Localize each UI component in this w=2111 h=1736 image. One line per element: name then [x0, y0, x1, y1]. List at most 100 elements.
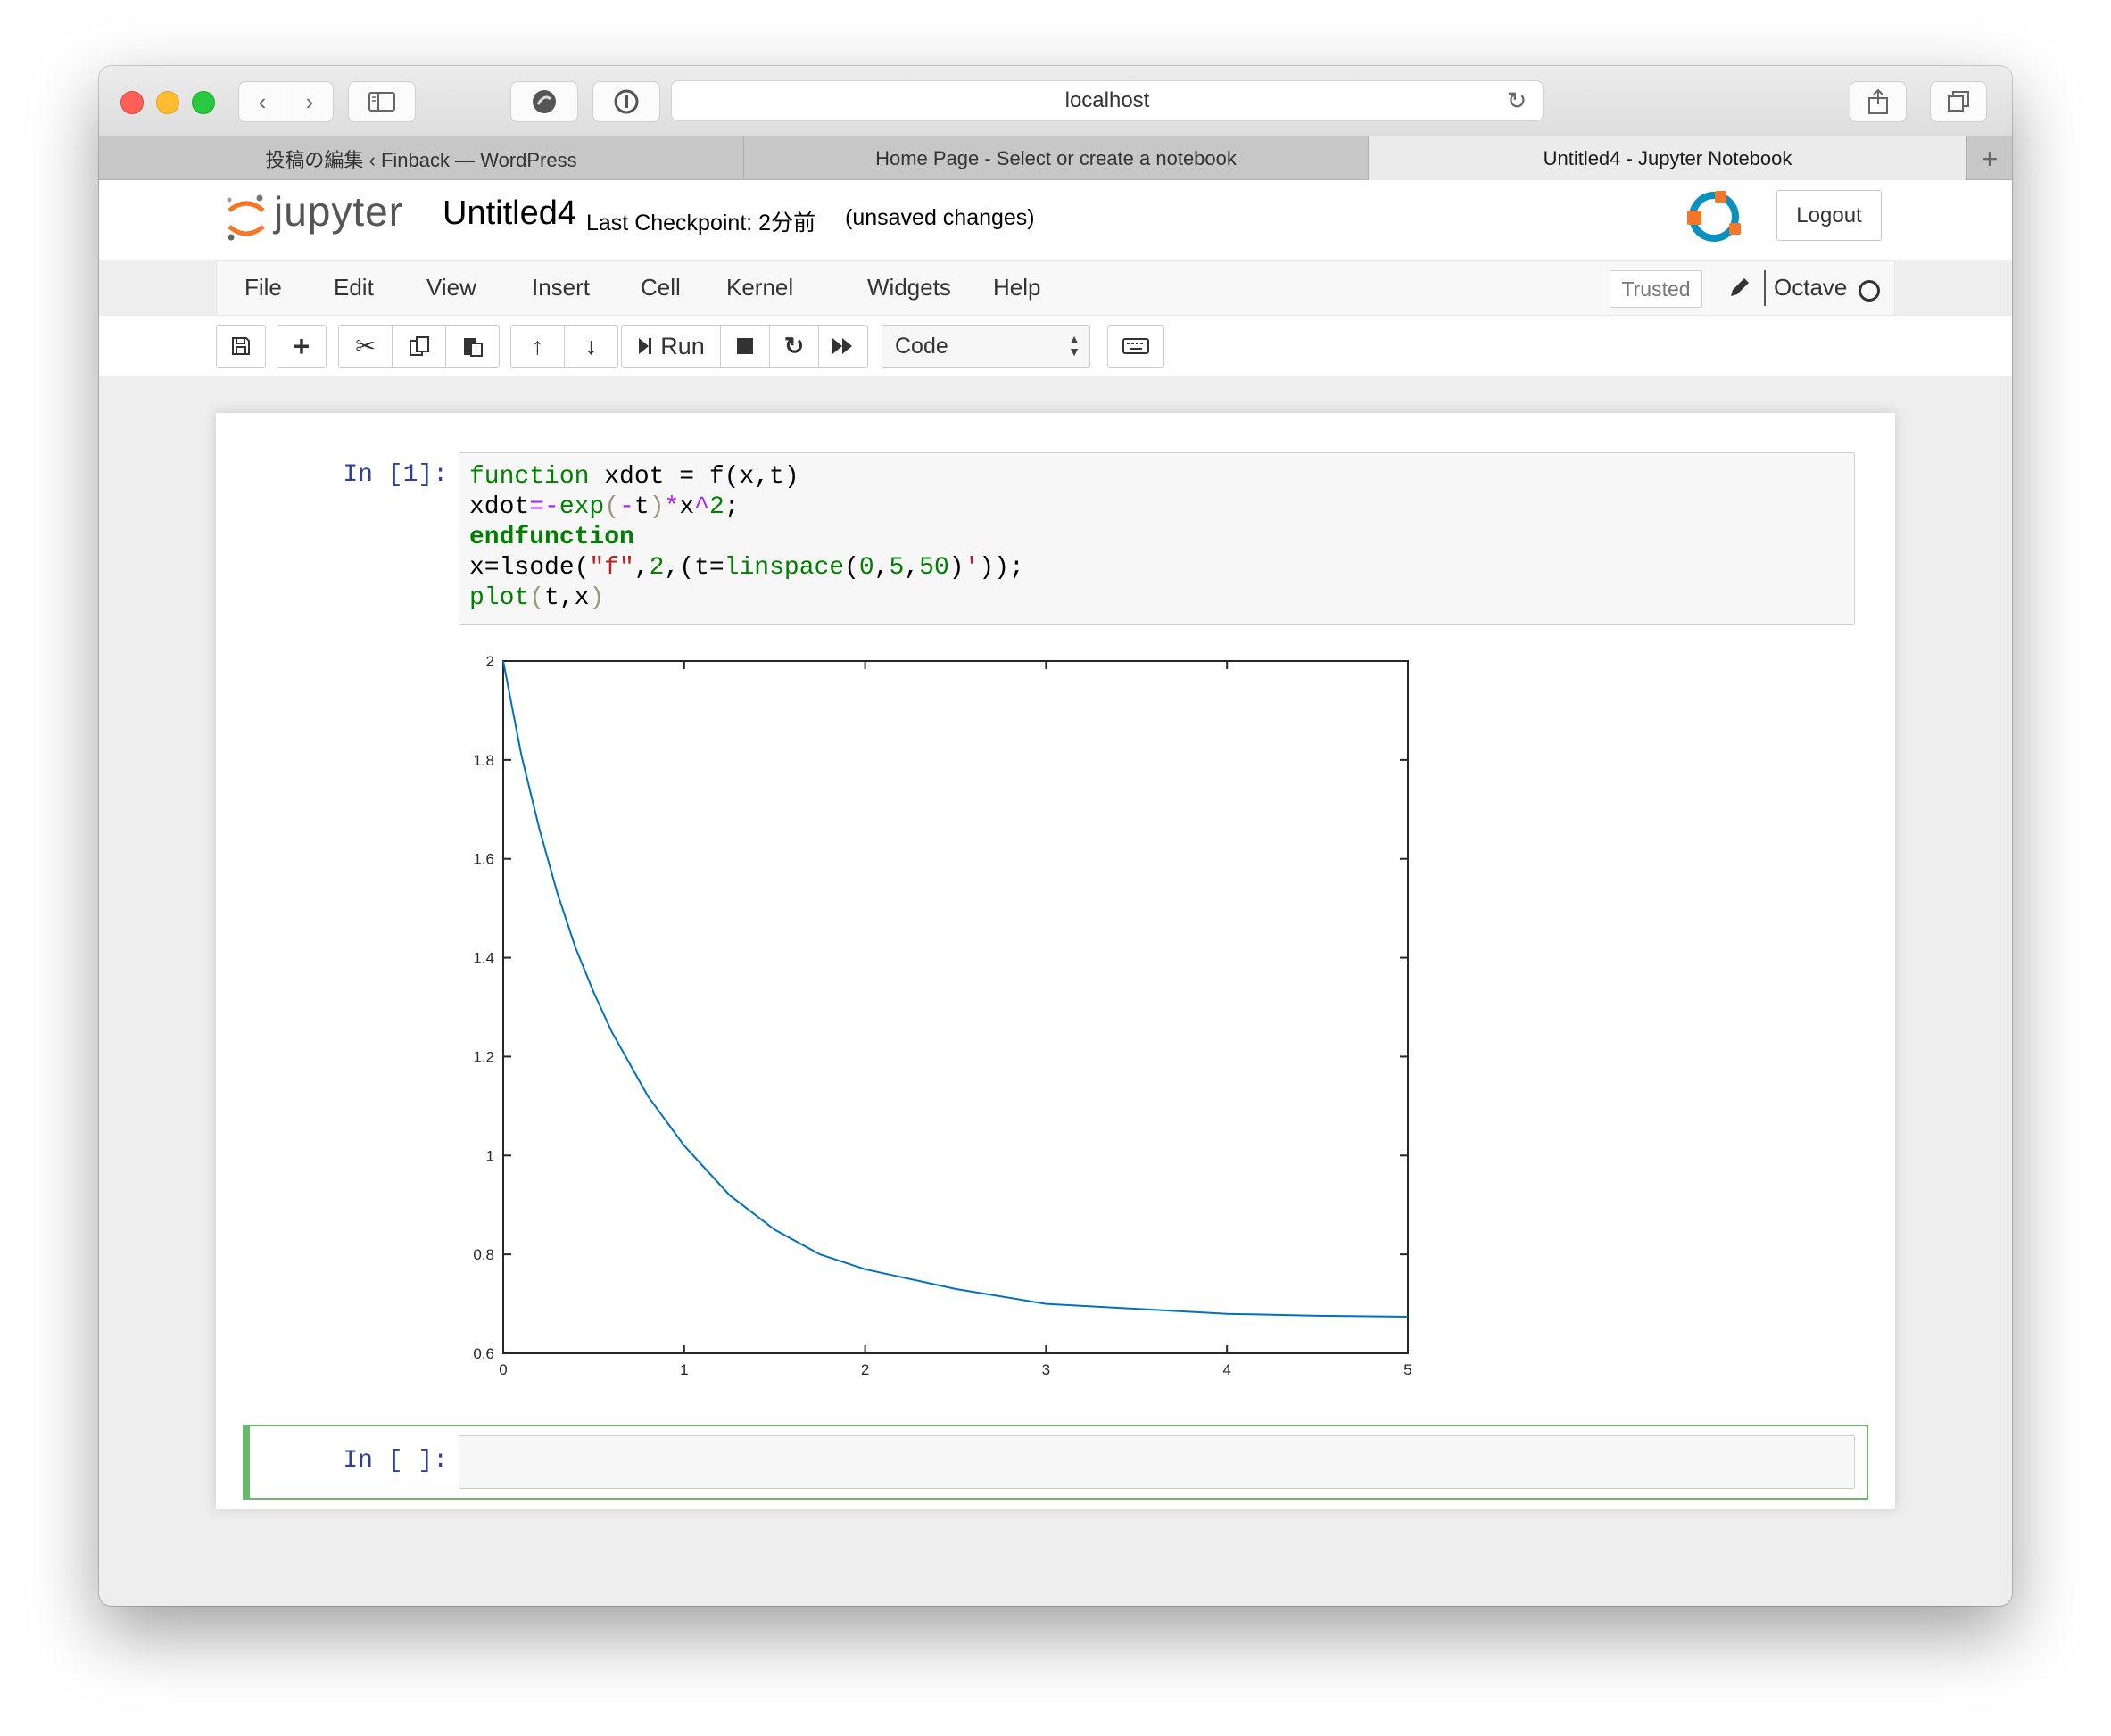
browser-window: ‹ › localhost ↻ 投稿の編集 ‹ Finback — WordPr…: [99, 66, 2012, 1606]
kernel-separator: [1764, 270, 1766, 306]
y-tick-label: 1.6: [473, 851, 494, 868]
menu-insert[interactable]: Insert: [532, 274, 590, 302]
menu-edit[interactable]: Edit: [334, 274, 374, 302]
x-tick-label: 1: [680, 1361, 688, 1375]
tab-label: Home Page - Select or create a notebook: [875, 147, 1237, 169]
code-line: x=lsode("f",2,(t=linspace(0,5,50)'));: [469, 554, 1024, 582]
autosave-status: (unsaved changes): [845, 205, 1035, 230]
sidebar-icon: [368, 92, 395, 112]
cell-prompt: In [1]:: [343, 461, 448, 489]
zoom-window-button[interactable]: [192, 91, 215, 114]
code-line: function xdot = f(x,t): [469, 463, 799, 491]
tab-label: 投稿の編集 ‹ Finback — WordPress: [265, 149, 577, 171]
paste-icon: [463, 338, 483, 357]
menu-view[interactable]: View: [426, 274, 476, 302]
menu-widgets[interactable]: Widgets: [867, 274, 951, 302]
address-bar[interactable]: localhost ↻: [671, 80, 1544, 121]
menu-bar: File Edit View Insert Cell Kernel Widget…: [216, 260, 1895, 316]
code-line: endfunction: [469, 524, 634, 551]
menu-cell[interactable]: Cell: [641, 274, 681, 302]
fast-forward-icon: [832, 338, 852, 354]
scissors-icon: ✂: [355, 332, 376, 360]
menu-file[interactable]: File: [244, 274, 282, 302]
pencil-icon[interactable]: [1728, 276, 1751, 299]
cell-type-value: Code: [895, 333, 948, 359]
code-cell-input[interactable]: function xdot = f(x,t) xdot=-exp(-t)*x^2…: [459, 452, 1855, 625]
code-line: xdot=-exp(-t)*x^2;: [469, 493, 740, 521]
share-button[interactable]: [1850, 81, 1907, 122]
tab-home-page[interactable]: Home Page - Select or create a notebook: [744, 136, 1369, 181]
run-all-button[interactable]: [818, 325, 868, 368]
title-bar: ‹ › localhost ↻: [99, 66, 2012, 136]
x-tick-label: 4: [1222, 1361, 1230, 1375]
y-tick-label: 2: [486, 653, 494, 670]
x-tick-label: 2: [861, 1361, 869, 1375]
jupyter-header: jupyter Untitled4 Last Checkpoint: 2分前 (…: [99, 180, 2012, 260]
kernel-idle-icon: [1859, 280, 1880, 302]
select-arrows-icon: ▲ ▼: [1068, 332, 1080, 359]
logout-button[interactable]: Logout: [1776, 190, 1882, 241]
tab-bar: 投稿の編集 ‹ Finback — WordPress Home Page - …: [99, 136, 2012, 181]
extension-button[interactable]: [510, 81, 578, 122]
trusted-indicator[interactable]: Trusted: [1610, 270, 1702, 308]
output-plot: 0 1 2 3 4 5 0.6 0.8 1 1.2 1.4 1.6 1.8 2: [473, 653, 1411, 1375]
forward-button[interactable]: ›: [286, 81, 334, 122]
y-tick-label: 1.2: [473, 1048, 494, 1065]
back-button[interactable]: ‹: [238, 81, 286, 122]
y-tick-label: 1.4: [473, 950, 494, 967]
arrow-down-icon: ↓: [584, 332, 598, 360]
y-tick-label: 1: [486, 1147, 494, 1164]
restart-button[interactable]: ↻: [769, 325, 819, 368]
sidebar-toggle-button[interactable]: [348, 81, 416, 122]
save-icon: [232, 337, 250, 355]
copy-icon: [409, 336, 429, 356]
jupyter-logo-text: jupyter: [274, 188, 404, 235]
tab-label: Untitled4 - Jupyter Notebook: [1543, 147, 1792, 169]
octave-logo-icon: [1687, 191, 1741, 242]
keyboard-icon: [1122, 338, 1149, 354]
address-text: localhost: [1064, 88, 1150, 112]
cell-prompt: In [ ]:: [343, 1447, 448, 1475]
code-line: plot(t,x): [469, 584, 605, 612]
interrupt-button[interactable]: [720, 325, 770, 368]
reload-icon[interactable]: ↻: [1503, 87, 1530, 114]
extension-icon: [533, 90, 556, 113]
notebook-toolbar: + ✂ ↑ ↓ Run ↻ Code ▲ ▼: [99, 316, 2012, 376]
chevron-right-icon: ›: [305, 87, 314, 115]
empty-code-cell-input[interactable]: [459, 1435, 1855, 1489]
move-up-button[interactable]: ↑: [510, 325, 565, 368]
tab-wordpress[interactable]: 投稿の編集 ‹ Finback — WordPress: [99, 136, 744, 181]
y-tick-label: 0.8: [473, 1246, 494, 1263]
run-button[interactable]: Run: [621, 325, 721, 368]
run-label: Run: [660, 332, 705, 360]
tabs-overview-button[interactable]: [1930, 81, 1987, 122]
paste-button[interactable]: [445, 325, 500, 368]
copy-button[interactable]: [392, 325, 446, 368]
tabs-overview-icon: [1948, 91, 1969, 112]
cut-button[interactable]: ✂: [338, 325, 393, 368]
insert-cell-button[interactable]: +: [277, 325, 327, 368]
y-tick-label: 0.6: [473, 1345, 494, 1362]
command-palette-button[interactable]: [1107, 325, 1164, 368]
stop-icon: [737, 338, 753, 354]
tab-untitled4[interactable]: Untitled4 - Jupyter Notebook: [1369, 136, 1967, 181]
menu-help[interactable]: Help: [993, 274, 1040, 302]
chevron-left-icon: ‹: [258, 87, 267, 115]
plot-axes-box: [502, 660, 1409, 1354]
new-tab-button[interactable]: +: [1967, 136, 2012, 181]
cell-type-select[interactable]: Code ▲ ▼: [882, 325, 1090, 368]
x-tick-label: 5: [1403, 1361, 1411, 1375]
share-icon: [1868, 88, 1888, 114]
notebook-title[interactable]: Untitled4: [443, 194, 576, 233]
close-window-button[interactable]: [120, 91, 144, 114]
code-content[interactable]: function xdot = f(x,t) xdot=-exp(-t)*x^2…: [469, 462, 1024, 614]
x-tick-label: 3: [1042, 1361, 1050, 1375]
save-button[interactable]: [216, 325, 266, 368]
menu-kernel[interactable]: Kernel: [726, 274, 793, 302]
restart-icon: ↻: [783, 332, 805, 360]
password-manager-button[interactable]: [592, 81, 660, 122]
move-down-button[interactable]: ↓: [564, 325, 618, 368]
minimize-window-button[interactable]: [156, 91, 179, 114]
plus-icon: +: [293, 329, 310, 362]
jupyter-logo-icon[interactable]: [224, 193, 269, 244]
